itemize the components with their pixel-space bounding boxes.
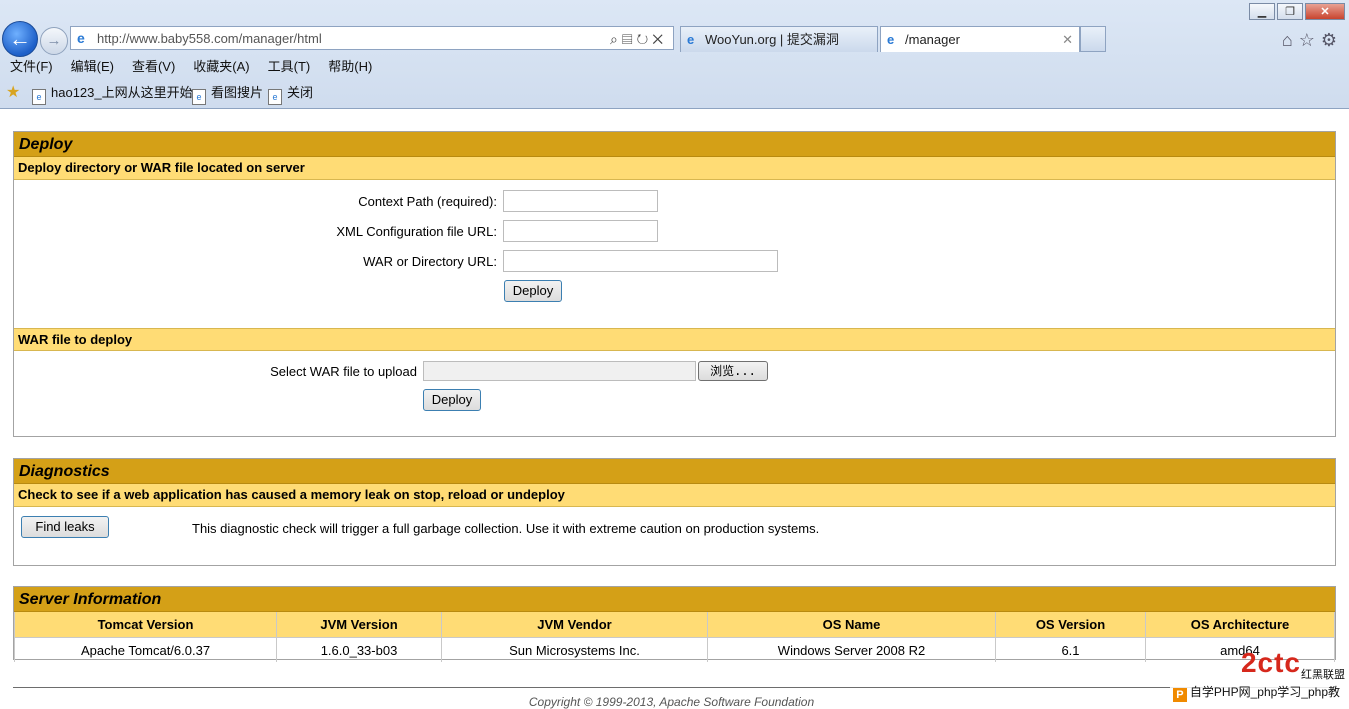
header-os-architecture: OS Architecture xyxy=(1145,612,1335,638)
header-tomcat-version: Tomcat Version xyxy=(14,612,277,638)
tab-wooyun[interactable]: e WooYun.org | 提交漏洞 xyxy=(680,26,878,52)
watermark: P 自学PHP网_php学习_php教 xyxy=(1169,682,1343,703)
tab-label: WooYun.org | 提交漏洞 xyxy=(705,32,839,47)
watermark-cn: 红黑联盟 xyxy=(1301,669,1345,681)
tab-manager[interactable]: e /manager ✕ xyxy=(880,26,1080,52)
menu-favorites[interactable]: 收藏夹(A) xyxy=(183,56,257,78)
close-window-icon[interactable]: ✕ xyxy=(1305,3,1345,20)
os-name-value: Windows Server 2008 R2 xyxy=(707,637,996,662)
war-upload-heading: WAR file to deploy xyxy=(14,329,1335,351)
ie-tab-icon: e xyxy=(687,32,695,47)
php-logo-icon: P xyxy=(1172,688,1187,702)
fav-item-label: 看图搜片 xyxy=(211,85,264,100)
forward-arrow-icon: → xyxy=(46,32,62,49)
table-row: Apache Tomcat/6.0.37 1.6.0_33-b03 Sun Mi… xyxy=(14,637,1335,662)
refresh-icon[interactable]: ↻ xyxy=(637,31,653,47)
new-tab-button[interactable] xyxy=(1080,26,1106,52)
watermark-text: 自学PHP网_php学习_php教 xyxy=(1189,685,1340,699)
ie-page-icon: e xyxy=(77,30,85,46)
favorites-star-icon[interactable]: ☆ xyxy=(1299,30,1321,50)
jvm-version-value: 1.6.0_33-b03 xyxy=(276,637,442,662)
tomcat-version-value: Apache Tomcat/6.0.37 xyxy=(14,637,277,662)
page-content: Deploy Deploy directory or WAR file loca… xyxy=(0,109,1349,709)
header-jvm-vendor: JVM Vendor xyxy=(441,612,708,638)
fav-item-label: hao123_上网从这里开始 xyxy=(51,85,193,100)
gear-icon[interactable]: ⚙ xyxy=(1321,30,1343,50)
compat-view-icon[interactable]: ▤ xyxy=(622,31,637,47)
diagnostics-heading: Check to see if a web application has ca… xyxy=(14,484,1335,507)
diagnostics-panel: Diagnostics Check to see if a web applic… xyxy=(13,458,1336,566)
minimize-icon[interactable]: ▁ xyxy=(1249,3,1275,20)
ie-tab-icon: e xyxy=(887,32,895,47)
war-file-input[interactable] xyxy=(423,361,696,381)
home-icon[interactable]: ⌂ xyxy=(1282,30,1299,50)
xml-config-label: XML Configuration file URL: xyxy=(336,224,497,239)
address-bar[interactable]: e http://www.baby558.com/manager/html ⌕▤… xyxy=(70,26,674,50)
address-url[interactable]: http://www.baby558.com/manager/html xyxy=(97,27,322,51)
header-os-name: OS Name xyxy=(707,612,996,638)
jvm-vendor-value: Sun Microsystems Inc. xyxy=(441,637,708,662)
server-info-panel: Server Information Tomcat Version JVM Ve… xyxy=(13,586,1336,662)
header-os-version: OS Version xyxy=(995,612,1146,638)
menu-file[interactable]: 文件(F) xyxy=(0,56,61,78)
back-arrow-icon: ← xyxy=(9,26,31,51)
fav-item-label: 关闭 xyxy=(287,85,314,100)
context-path-input[interactable] xyxy=(503,190,658,212)
browser-chrome: ← → e http://www.baby558.com/manager/htm… xyxy=(0,0,1349,109)
server-info-table: Tomcat Version JVM Version JVM Vendor OS… xyxy=(14,612,1335,662)
war-dir-label: WAR or Directory URL: xyxy=(363,254,497,269)
footer-divider xyxy=(13,687,1336,688)
menu-bar: 文件(F) 编辑(E) 查看(V) 收藏夹(A) 工具(T) 帮助(H) xyxy=(0,56,380,78)
diagnostics-title: Diagnostics xyxy=(14,459,1335,484)
window-controls: ▁ ❐ ✕ xyxy=(1247,2,1345,20)
tab-label: /manager xyxy=(905,32,960,47)
menu-edit[interactable]: 编辑(E) xyxy=(61,56,122,78)
table-header-row: Tomcat Version JVM Version JVM Vendor OS… xyxy=(14,612,1335,638)
favorites-icon[interactable]: ★ xyxy=(6,82,20,104)
close-tab-icon[interactable]: ✕ xyxy=(1062,27,1073,53)
os-version-value: 6.1 xyxy=(995,637,1146,662)
diagnostics-note: This diagnostic check will trigger a ful… xyxy=(192,521,820,536)
address-tools: ⌕▤↻✕ xyxy=(610,27,667,51)
page-icon: e xyxy=(192,89,206,105)
forward-button[interactable]: → xyxy=(40,27,68,55)
select-war-label: Select WAR file to upload xyxy=(270,364,417,379)
war-dir-input[interactable] xyxy=(503,250,778,272)
deploy-server-heading: Deploy directory or WAR file located on … xyxy=(14,157,1335,180)
stop-icon[interactable]: ✕ xyxy=(652,31,667,47)
watermark-logo: 2ctc xyxy=(1240,647,1301,678)
find-leaks-button[interactable]: Find leaks xyxy=(21,516,109,538)
toolbar-icons: ⌂☆⚙ xyxy=(1282,30,1343,51)
deploy-server-button[interactable]: Deploy xyxy=(504,280,562,302)
browse-button[interactable]: 浏览... xyxy=(698,361,768,381)
page-icon: e xyxy=(32,89,46,105)
deploy-panel: Deploy Deploy directory or WAR file loca… xyxy=(13,131,1336,437)
deploy-upload-button[interactable]: Deploy xyxy=(423,389,481,411)
xml-config-input[interactable] xyxy=(503,220,658,242)
restore-icon[interactable]: ❐ xyxy=(1277,3,1303,20)
page-icon: e xyxy=(268,89,282,105)
context-path-label: Context Path (required): xyxy=(358,194,497,209)
fav-item-hao123[interactable]: e hao123_上网从这里开始 xyxy=(32,82,193,105)
server-info-title: Server Information xyxy=(14,587,1335,612)
fav-item-image-search[interactable]: e 看图搜片 xyxy=(192,82,263,105)
fav-item-close[interactable]: e 关闭 xyxy=(268,82,313,105)
menu-view[interactable]: 查看(V) xyxy=(122,56,183,78)
menu-tools[interactable]: 工具(T) xyxy=(258,56,319,78)
header-jvm-version: JVM Version xyxy=(276,612,442,638)
menu-help[interactable]: 帮助(H) xyxy=(318,56,380,78)
search-icon[interactable]: ⌕ xyxy=(610,31,622,47)
deploy-title: Deploy xyxy=(14,132,1335,157)
back-button[interactable]: ← xyxy=(2,21,38,57)
